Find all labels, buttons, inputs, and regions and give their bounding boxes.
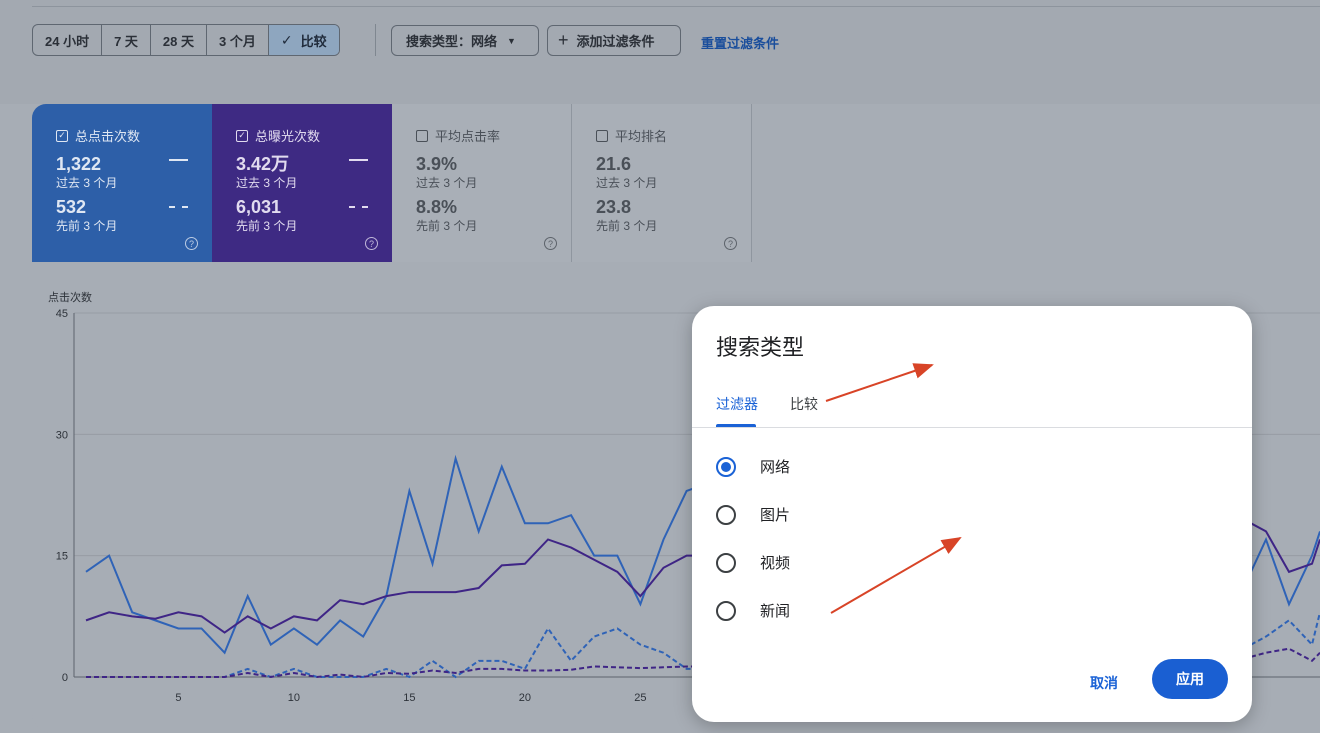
- x-tick-label: 5: [175, 692, 181, 704]
- series-line-2: [85, 538, 710, 634]
- search-type-dialog: 搜索类型 过滤器 比较 网络 图片 视频 新闻 取消 应用: [692, 306, 1252, 722]
- dialog-tabs: 过滤器 比较: [692, 388, 1252, 428]
- x-tick-label: 25: [634, 692, 646, 704]
- radio-selected-icon[interactable]: [716, 456, 736, 477]
- y-tick-label: 0: [62, 672, 68, 684]
- option-image[interactable]: 图片: [716, 504, 790, 525]
- radio-icon[interactable]: [716, 552, 736, 573]
- radio-icon[interactable]: [716, 600, 736, 621]
- active-tab-indicator: [716, 424, 756, 427]
- tab-compare[interactable]: 比较: [790, 394, 818, 414]
- series-line-tail-4: [1250, 647, 1320, 663]
- option-label: 视频: [760, 555, 791, 572]
- dialog-title: 搜索类型: [716, 335, 805, 360]
- cancel-button[interactable]: 取消: [1082, 669, 1126, 697]
- apply-button[interactable]: 应用: [1152, 659, 1228, 699]
- y-tick-label: 15: [56, 551, 68, 563]
- option-label: 图片: [760, 507, 791, 524]
- option-label: 网络: [760, 459, 791, 476]
- series-line-4: [86, 665, 710, 679]
- option-web[interactable]: 网络: [716, 456, 790, 477]
- series-line-tail-1: [1250, 531, 1320, 607]
- option-video[interactable]: 视频: [716, 552, 790, 573]
- x-tick-label: 20: [519, 692, 531, 704]
- option-news[interactable]: 新闻: [716, 600, 790, 621]
- series-line-tail-3: [1250, 612, 1320, 647]
- x-tick-label: 10: [288, 692, 300, 704]
- radio-icon[interactable]: [716, 504, 736, 525]
- y-tick-label: 30: [56, 429, 68, 441]
- x-tick-label: 15: [403, 692, 415, 704]
- tab-filter[interactable]: 过滤器: [716, 394, 758, 414]
- option-label: 新闻: [760, 603, 791, 620]
- series-line-3: [86, 626, 710, 679]
- y-tick-label: 45: [56, 308, 68, 320]
